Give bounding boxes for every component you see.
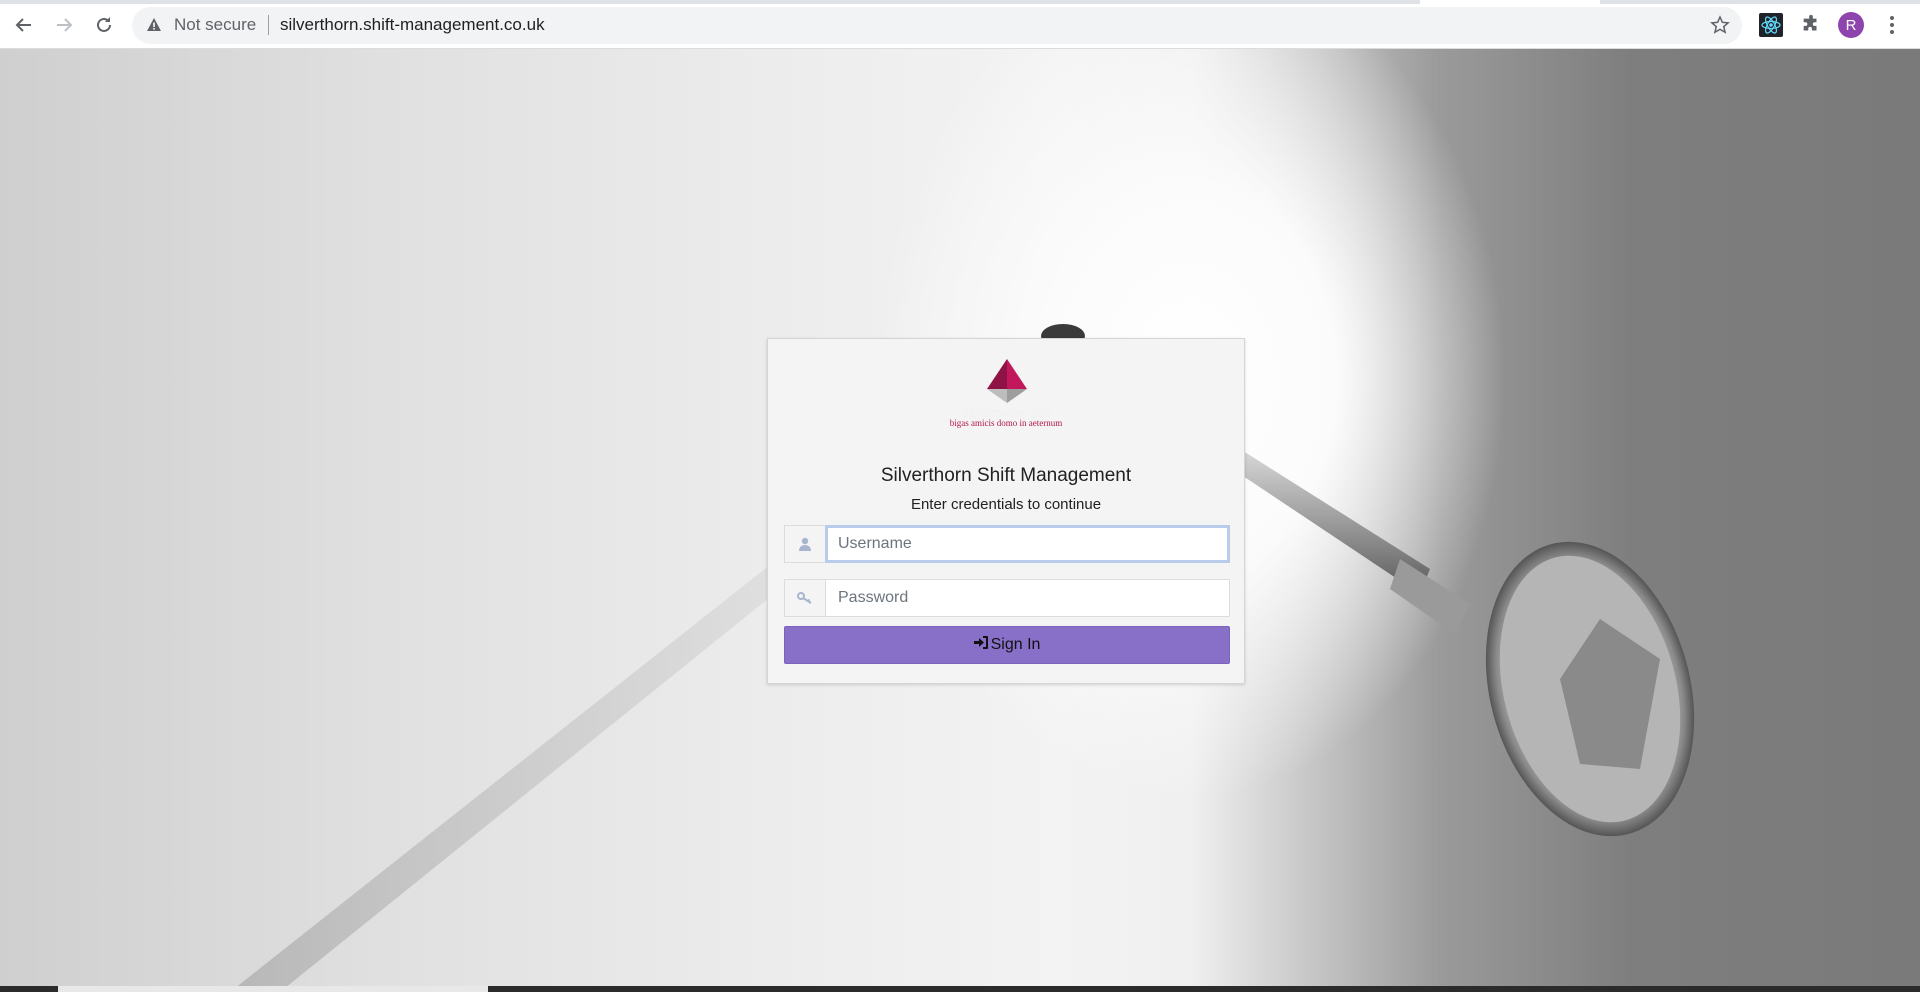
forward-arrow-icon[interactable]: [50, 11, 78, 39]
extensions-puzzle-icon[interactable]: [1798, 12, 1824, 38]
key-icon: [784, 579, 825, 617]
tab-strip-edge: [0, 0, 1920, 4]
sign-in-label: Sign In: [990, 636, 1041, 653]
kebab-menu-icon[interactable]: [1880, 12, 1904, 38]
divider: [268, 15, 269, 35]
react-devtools-icon[interactable]: [1758, 12, 1784, 38]
security-status[interactable]: Not secure: [174, 15, 256, 35]
login-title: Silverthorn Shift Management: [880, 465, 1132, 486]
back-arrow-icon[interactable]: [10, 11, 38, 39]
login-subtitle: Enter credentials to continue: [910, 496, 1102, 513]
profile-avatar[interactable]: R: [1838, 12, 1864, 38]
username-input[interactable]: [825, 525, 1230, 563]
password-input[interactable]: [825, 579, 1230, 617]
sign-in-icon: [973, 636, 988, 654]
reload-icon[interactable]: [90, 11, 118, 39]
login-card: SILVERTHORN CLUB bigas amicis domo in ae…: [767, 338, 1245, 684]
page-bottom-edge: [58, 986, 488, 992]
browser-toolbar: Not secure silverthorn.shift-management.…: [0, 0, 1920, 49]
user-icon: [784, 525, 825, 563]
address-bar[interactable]: Not secure silverthorn.shift-management.…: [132, 7, 1742, 44]
url-text[interactable]: silverthorn.shift-management.co.uk: [280, 15, 545, 35]
password-field-group: [784, 579, 1230, 617]
username-field-group: [784, 525, 1230, 563]
logo-tagline: bigas amicis domo in aeternum: [949, 418, 1063, 428]
star-icon[interactable]: [1710, 15, 1730, 40]
warning-icon[interactable]: [146, 17, 162, 38]
sign-in-button[interactable]: Sign In: [784, 626, 1230, 664]
